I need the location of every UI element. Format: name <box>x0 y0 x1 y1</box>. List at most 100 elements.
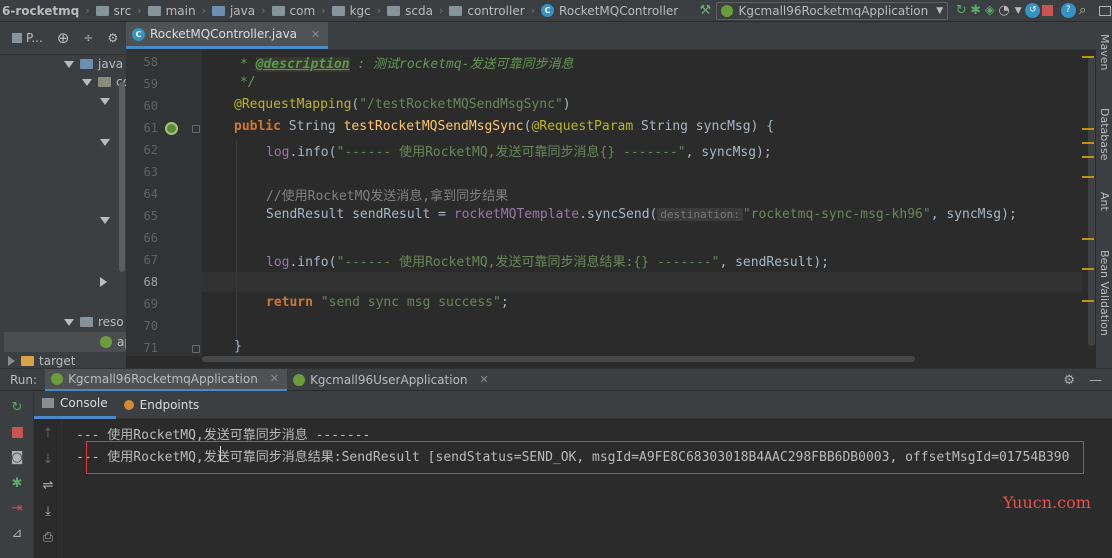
field-name: log <box>266 145 290 160</box>
run-toolbar: ↻ ◙ ✱ ⇥ ⊿ <box>0 391 34 558</box>
tree-item-package[interactable] <box>100 273 113 291</box>
window-restore-icon[interactable] <box>1098 1 1112 21</box>
help-icon[interactable]: ? <box>1060 1 1076 21</box>
line-number: 64 <box>143 187 158 201</box>
tree-item-java[interactable]: java <box>64 55 123 73</box>
warning-marker[interactable] <box>1082 128 1094 130</box>
breadcrumb-scda[interactable]: scda <box>383 0 439 22</box>
close-icon[interactable]: ✕ <box>311 28 320 41</box>
tab-endpoints[interactable]: Endpoints <box>116 391 208 419</box>
comment: //使用RocketMQ发送消息,拿到同步结果 <box>266 189 509 204</box>
profile-icon[interactable]: ◔ <box>997 1 1011 21</box>
arrow-up-icon[interactable]: ↑ <box>40 425 56 441</box>
project-scrollbar[interactable] <box>119 82 125 272</box>
breadcrumb-controller[interactable]: controller <box>445 0 530 22</box>
rerun-icon[interactable]: ↻ <box>954 1 968 21</box>
run-method-gutter-icon[interactable] <box>165 122 178 135</box>
rerun-icon[interactable]: ↻ <box>9 399 25 415</box>
string-literal: "------ 使用RocketMQ,发送可靠同步消息结果:{} -------… <box>336 255 720 270</box>
soft-wrap-icon[interactable]: ⇌ <box>40 477 56 493</box>
code-token: , sendResult); <box>719 255 830 270</box>
tab-console[interactable]: Console <box>34 391 116 419</box>
minimize-icon[interactable]: — <box>1089 373 1102 388</box>
hammer-build-icon[interactable]: ⚒ <box>698 1 712 21</box>
expand-arrow-icon <box>82 78 92 86</box>
run-configuration-select[interactable]: Kgcmall96RocketmqApplication ▼ <box>716 1 949 20</box>
warning-marker[interactable] <box>1082 142 1094 144</box>
breadcrumb-kgc[interactable]: kgc <box>328 0 377 22</box>
annotation: @RequestParam <box>531 119 634 134</box>
database-tool-button[interactable]: Database <box>1098 108 1111 161</box>
folder-icon <box>211 5 225 16</box>
run-tab-rocketmq-app[interactable]: Kgcmall96RocketmqApplication ✕ <box>45 368 288 391</box>
debug-icon[interactable]: ✱ <box>9 475 25 491</box>
breadcrumb-class[interactable]: C RocketMQController <box>537 0 684 22</box>
coverage-icon[interactable]: ◈ <box>983 1 997 21</box>
keyword: public <box>234 119 281 134</box>
editor-tabs: C RocketMQController.java ✕ <box>126 22 1096 50</box>
folder-icon <box>95 5 109 16</box>
tool-button-label: Ant <box>1098 192 1111 211</box>
stop-icon[interactable] <box>1040 1 1054 21</box>
camera-icon[interactable]: ◙ <box>9 449 25 465</box>
string-literal: "/testRocketMQSendMsgSync" <box>359 97 563 112</box>
chevron-right-icon: › <box>261 4 266 17</box>
ant-tool-button[interactable]: Ant <box>1098 192 1111 211</box>
run-tab-user-app[interactable]: Kgcmall96UserApplication ✕ <box>287 369 497 391</box>
breadcrumb-java[interactable]: java <box>208 0 261 22</box>
warning-marker[interactable] <box>1082 238 1094 240</box>
pin-icon[interactable]: ⊿ <box>9 525 25 541</box>
print-icon[interactable]: ⎙ <box>40 529 56 545</box>
search-icon[interactable]: ⌕ <box>1076 1 1090 21</box>
collapse-arrow-icon <box>100 277 107 287</box>
breadcrumb-main[interactable]: main <box>144 0 202 22</box>
warning-marker[interactable] <box>1082 156 1094 158</box>
tree-item-package[interactable] <box>100 133 116 151</box>
expand-arrow-icon <box>100 216 110 224</box>
gear-icon[interactable]: ⚙ <box>107 31 118 45</box>
breadcrumb-src[interactable]: src <box>92 0 138 22</box>
arrow-down-icon[interactable]: ↓ <box>40 451 56 467</box>
warning-marker[interactable] <box>1082 176 1094 178</box>
gear-icon[interactable]: ⚙ <box>1063 373 1075 388</box>
tool-button-label: Database <box>1098 108 1111 161</box>
warning-marker[interactable] <box>1082 268 1094 270</box>
spring-config-icon <box>100 336 112 348</box>
horizontal-scrollbar[interactable] <box>202 356 915 362</box>
update-app-icon[interactable]: ↺ <box>1025 1 1041 21</box>
run-tab-label: Kgcmall96RocketmqApplication <box>68 371 258 386</box>
stop-icon[interactable] <box>9 424 25 440</box>
code-token: ; <box>500 295 509 310</box>
close-icon[interactable]: ✕ <box>480 373 489 386</box>
scroll-to-end-icon[interactable]: ⤓ <box>40 503 56 519</box>
tool-button-label: Maven <box>1098 34 1111 71</box>
folder-icon <box>80 59 93 69</box>
package-icon <box>449 5 463 16</box>
fold-marker-icon[interactable] <box>192 345 200 353</box>
close-icon[interactable]: ✕ <box>270 372 279 385</box>
tab-rocketmq-controller[interactable]: C RocketMQController.java ✕ <box>126 22 329 49</box>
maven-tool-button[interactable]: Maven <box>1098 34 1111 70</box>
tree-item-application-file[interactable]: ap <box>100 333 126 351</box>
line-number: 58 <box>143 55 158 69</box>
vertical-scrollbar[interactable] <box>1088 56 1095 346</box>
package-icon <box>271 5 285 16</box>
method-name: testRocketMQSendMsgSync <box>343 119 524 134</box>
warning-marker[interactable] <box>1082 300 1094 302</box>
breadcrumb-com[interactable]: com <box>268 0 322 22</box>
run-tab-label: Kgcmall96UserApplication <box>310 372 468 387</box>
fold-marker-icon[interactable] <box>192 125 200 133</box>
project-tab[interactable]: P... <box>12 31 43 45</box>
tree-item-package[interactable] <box>100 211 116 229</box>
debug-icon[interactable]: ✱ <box>968 1 982 21</box>
collapse-icon[interactable]: ÷ <box>83 31 93 45</box>
tree-item-resources[interactable]: reso <box>64 313 124 331</box>
target-icon[interactable]: ⊕ <box>57 29 70 47</box>
project-tab-label: P... <box>26 31 43 45</box>
warning-marker[interactable] <box>1082 56 1094 58</box>
bean-validation-tool-button[interactable]: Bean Validation <box>1098 250 1111 336</box>
exit-icon[interactable]: ⇥ <box>9 500 25 516</box>
chevron-down-icon[interactable]: ▼ <box>1011 1 1025 21</box>
breadcrumb-project[interactable]: 6-rocketmq <box>0 0 85 22</box>
tree-item-package[interactable] <box>100 92 116 110</box>
